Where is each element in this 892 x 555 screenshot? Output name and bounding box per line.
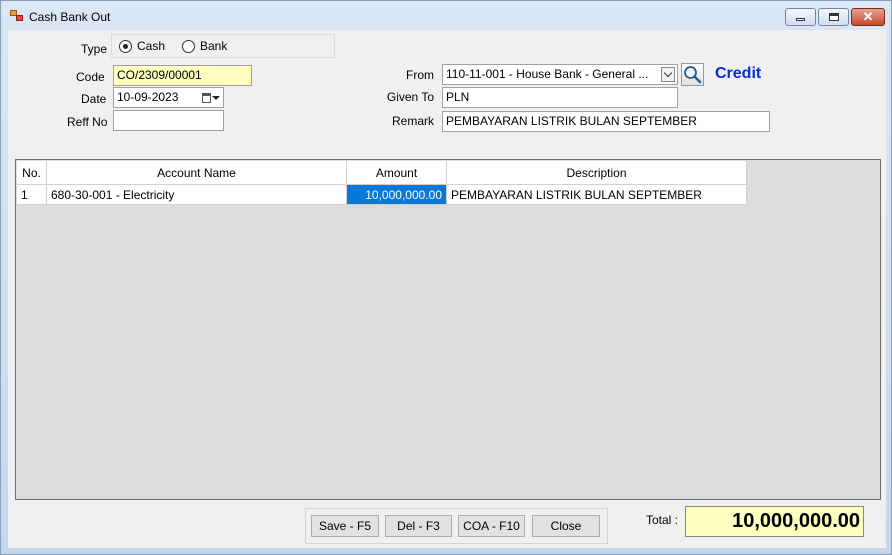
cell-amount[interactable]: 10,000,000.00 [347, 185, 447, 205]
date-picker[interactable]: 10-09-2023 [113, 87, 224, 108]
from-dropdown-button[interactable] [661, 67, 675, 82]
cell-description[interactable]: PEMBAYARAN LISTRIK BULAN SEPTEMBER [447, 185, 747, 205]
cell-account[interactable]: 680-30-001 - Electricity [47, 185, 347, 205]
search-icon [684, 66, 702, 84]
date-dropdown-button[interactable] [202, 91, 220, 104]
radio-cash-dot[interactable] [119, 39, 132, 53]
column-header-no[interactable]: No. [17, 161, 47, 185]
radio-bank[interactable]: Bank [182, 39, 227, 53]
remark-label: Remark [391, 114, 434, 128]
close-icon: ✕ [862, 9, 874, 24]
credit-indicator: Credit [715, 65, 762, 82]
coa-button[interactable]: COA - F10 [458, 515, 525, 537]
from-label: From [406, 68, 434, 82]
journal-grid[interactable]: No. Account Name Amount Description 1 68… [15, 159, 881, 500]
search-account-button[interactable] [681, 63, 704, 86]
column-header-amount[interactable]: Amount [347, 161, 447, 185]
form-body: Type Cash Bank Code CO/2309/00001 Date 1… [8, 30, 886, 548]
from-value: 110-11-001 - House Bank - General ... [446, 67, 649, 81]
given-to-field[interactable]: PLN [442, 87, 678, 108]
total-label: Total : [646, 513, 679, 527]
calendar-icon [202, 92, 211, 103]
window-title: Cash Bank Out [29, 10, 111, 24]
minimize-icon [796, 18, 805, 21]
code-field[interactable]: CO/2309/00001 [113, 65, 252, 86]
cell-no[interactable]: 1 [17, 185, 47, 205]
radio-cash-label: Cash [137, 39, 166, 53]
delete-button[interactable]: Del - F3 [385, 515, 452, 537]
remark-field[interactable]: PEMBAYARAN LISTRIK BULAN SEPTEMBER [442, 111, 770, 132]
column-header-account[interactable]: Account Name [47, 161, 347, 185]
column-header-description[interactable]: Description [447, 161, 747, 185]
close-button[interactable]: Close [532, 515, 600, 537]
dropdown-arrow-icon [212, 95, 220, 100]
close-window-button[interactable]: ✕ [851, 8, 885, 26]
date-value: 10-09-2023 [117, 90, 179, 104]
maximize-icon [828, 13, 839, 21]
radio-cash[interactable]: Cash [119, 39, 165, 53]
given-to-label: Given To [386, 90, 434, 104]
code-label: Code [76, 70, 105, 84]
window: Cash Bank Out ✕ Type Cash Bank Code CO/2… [0, 0, 892, 555]
radio-bank-dot[interactable] [182, 39, 195, 53]
save-button[interactable]: Save - F5 [311, 515, 379, 537]
title-bar[interactable]: Cash Bank Out ✕ [1, 1, 891, 29]
total-value: 10,000,000.00 [685, 506, 864, 537]
maximize-button[interactable] [818, 8, 849, 26]
reff-no-label: Reff No [67, 115, 108, 129]
radio-bank-label: Bank [200, 39, 228, 53]
from-combo[interactable]: 110-11-001 - House Bank - General ... [442, 64, 678, 85]
date-label: Date [81, 92, 107, 106]
type-label: Type [81, 42, 108, 56]
reff-no-field[interactable] [113, 110, 224, 131]
minimize-button[interactable] [785, 8, 816, 26]
chevron-down-icon [663, 68, 673, 78]
app-icon [10, 10, 24, 22]
